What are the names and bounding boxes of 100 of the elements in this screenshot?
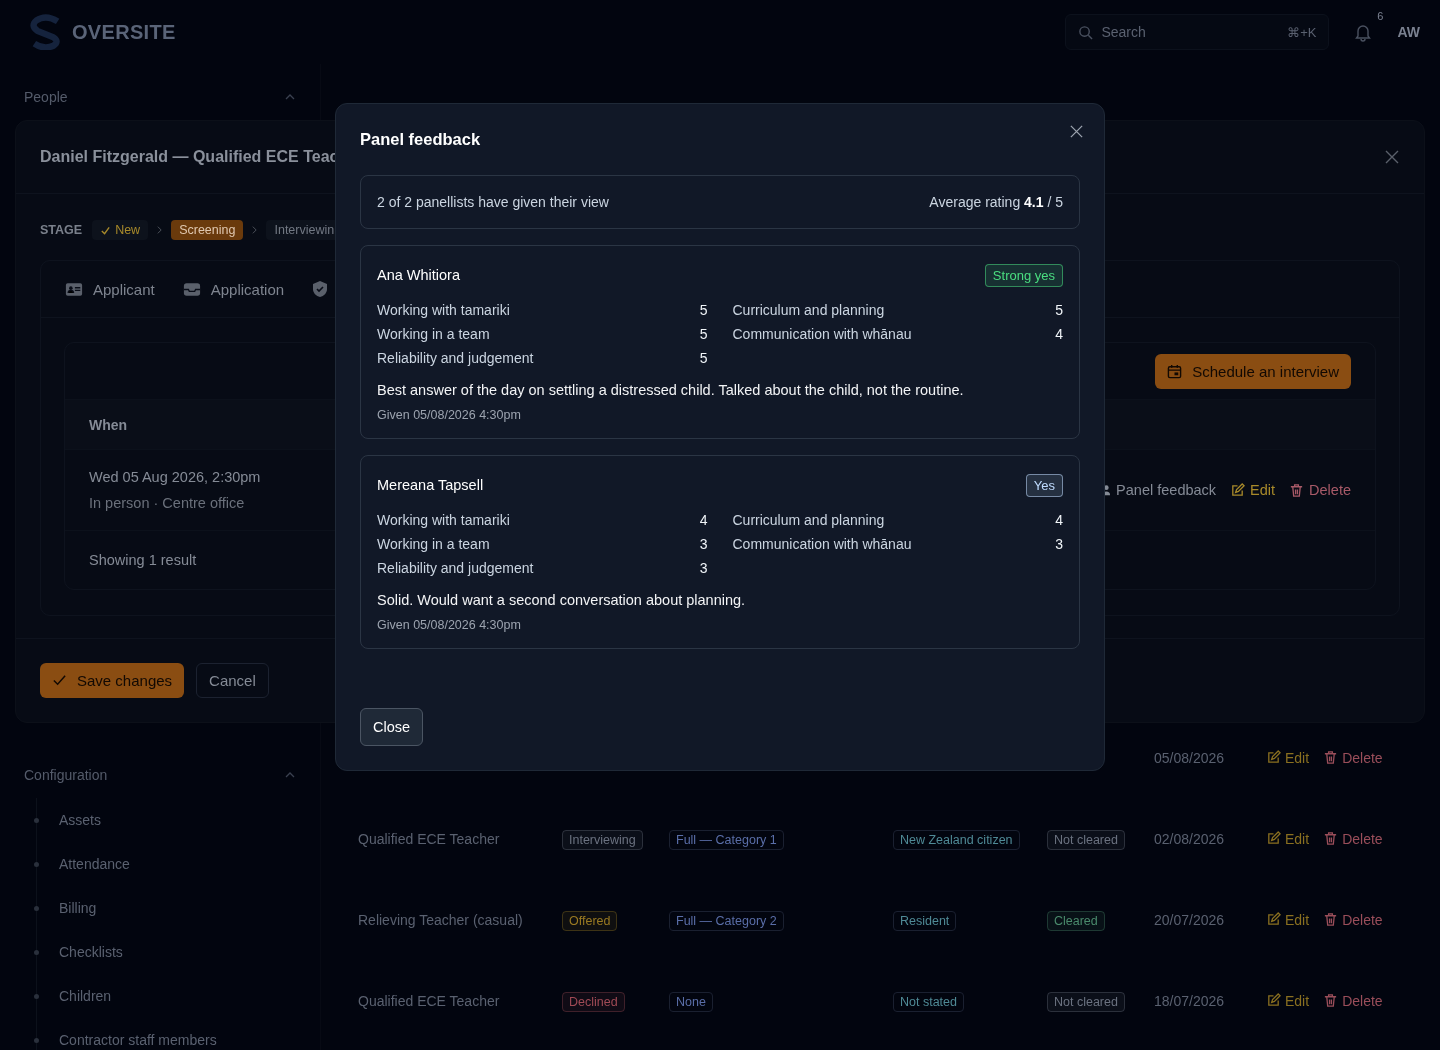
- stage-tag: Interviewing: [562, 829, 643, 850]
- sidebar-item[interactable]: Children: [59, 988, 112, 1004]
- close-icon[interactable]: [1384, 149, 1400, 165]
- delete-link[interactable]: Delete: [1323, 749, 1383, 766]
- save-button[interactable]: Save changes: [40, 663, 185, 698]
- stage-step[interactable]: New: [92, 220, 149, 240]
- criterion-score: 4: [1055, 512, 1063, 528]
- trash-icon: [1323, 750, 1339, 765]
- result-count: Showing 1 result: [89, 552, 197, 568]
- panellist-name: Ana Whitiora: [377, 267, 460, 283]
- trash-icon: [1289, 482, 1305, 498]
- interview-time: Wed 05 Aug 2026, 2:30pm: [89, 469, 261, 485]
- search-bar[interactable]: Search ⌘+K: [1065, 14, 1330, 50]
- tree-dot-icon: [34, 861, 39, 867]
- verdict-tag: Yes: [1025, 473, 1063, 497]
- criterion-score: 5: [1055, 302, 1063, 318]
- close-icon[interactable]: [1069, 124, 1084, 139]
- criterion-label: Communication with whānau: [732, 536, 912, 552]
- sidebar-item[interactable]: Checklists: [59, 944, 123, 960]
- trash-icon: [1323, 912, 1339, 927]
- panellist-name: Mereana Tapsell: [377, 477, 484, 493]
- feedback-comment: Solid. Would want a second conversation about planning.: [377, 591, 747, 610]
- delete-link[interactable]: Delete: [1323, 830, 1383, 847]
- bell-icon[interactable]: [1353, 22, 1374, 42]
- close-button[interactable]: Close: [360, 708, 424, 746]
- sidebar-item[interactable]: Attendance: [59, 856, 130, 872]
- criterion-label: Curriculum and planning: [732, 302, 885, 318]
- table-cell: 05/08/2026: [1154, 749, 1225, 766]
- average-rating: Average rating 4.1 / 5: [929, 194, 1063, 210]
- table-cell: 18/07/2026: [1154, 992, 1225, 1009]
- column-header: When: [89, 416, 128, 433]
- table-cell: Qualified ECE Teacher: [358, 992, 500, 1009]
- notification-count: 6: [1377, 10, 1384, 22]
- given-date: Given 05/08/2026 4:30pm: [377, 408, 522, 422]
- stage-tag: Declined: [562, 991, 625, 1012]
- table-cell: 02/08/2026: [1154, 830, 1225, 847]
- feedback-comment: Best answer of the day on settling a distressed child. Talked about the child, not the routine.: [377, 381, 965, 400]
- check-icon: [52, 673, 67, 688]
- sidebar-item[interactable]: Billing: [59, 900, 97, 916]
- edit-link[interactable]: Edit: [1266, 911, 1310, 928]
- chevron-right-icon: [251, 225, 259, 235]
- category-tag: Full — Category 2: [669, 910, 784, 931]
- delete-link[interactable]: Delete: [1323, 911, 1383, 928]
- police-check-tag: Cleared: [1047, 910, 1105, 931]
- chevron-right-icon: [156, 225, 164, 235]
- stage-label: STAGE: [40, 223, 83, 237]
- tree-dot-icon: [34, 949, 39, 955]
- criterion-label: Working with tamariki: [377, 302, 510, 318]
- brand-name: OVERSITE: [72, 20, 176, 44]
- table-cell: Qualified ECE Teacher: [358, 830, 500, 847]
- section-title[interactable]: Configuration: [24, 767, 108, 783]
- police-check-tag: Not cleared: [1047, 991, 1125, 1012]
- sidebar-item[interactable]: Assets: [59, 812, 101, 828]
- edit-link[interactable]: Edit: [1266, 830, 1310, 847]
- tree-dot-icon: [34, 1037, 39, 1043]
- user-initials[interactable]: AW: [1397, 24, 1420, 40]
- tree-dot-icon: [34, 993, 39, 999]
- edit-icon: [1266, 831, 1281, 846]
- calendar-icon: [1167, 363, 1183, 379]
- criterion-score: 3: [1055, 536, 1063, 552]
- criterion-label: Reliability and judgement: [377, 350, 534, 366]
- criterion-label: Working in a team: [377, 326, 490, 342]
- criterion-score: 5: [699, 326, 708, 342]
- shield-icon[interactable]: [312, 280, 329, 298]
- delete-link[interactable]: Delete: [1323, 992, 1383, 1009]
- section-title[interactable]: People: [24, 89, 68, 105]
- police-check-tag: Not cleared: [1047, 829, 1125, 850]
- search-icon: [1078, 24, 1094, 40]
- criterion-label: Reliability and judgement: [377, 560, 534, 576]
- cancel-button[interactable]: Cancel: [196, 663, 269, 698]
- edit-link[interactable]: Edit: [1266, 749, 1310, 766]
- search-input[interactable]: Search: [1101, 24, 1280, 40]
- criterion-score: 5: [699, 350, 708, 366]
- edit-icon: [1230, 482, 1246, 498]
- verdict-tag: Strong yes: [984, 263, 1063, 287]
- criterion-label: Curriculum and planning: [732, 512, 885, 528]
- inbox-icon: [182, 281, 201, 297]
- trash-icon: [1323, 993, 1339, 1008]
- tab[interactable]: Applicant: [65, 280, 155, 298]
- edit-link[interactable]: Edit: [1230, 482, 1276, 498]
- tab[interactable]: Application: [182, 280, 285, 298]
- shortcut-hint: ⌘+K: [1287, 24, 1317, 40]
- schedule-interview-button[interactable]: Schedule an interview: [1155, 353, 1351, 389]
- stage-step[interactable]: Screening: [171, 220, 244, 240]
- criterion-score: 4: [1055, 326, 1063, 342]
- sidebar-item[interactable]: Contractor staff members: [59, 1032, 217, 1048]
- criterion-label: Working with tamariki: [377, 512, 510, 528]
- modal-title: Panel feedback: [360, 130, 481, 149]
- interview-location: In person · Centre office: [89, 495, 246, 511]
- trash-icon: [1323, 831, 1339, 846]
- category-tag: None: [669, 991, 713, 1012]
- edit-icon: [1266, 750, 1281, 765]
- delete-link[interactable]: Delete: [1289, 482, 1351, 498]
- edit-link[interactable]: Edit: [1266, 992, 1310, 1009]
- edit-icon: [1266, 993, 1281, 1008]
- table-cell: Relieving Teacher (casual): [358, 911, 523, 928]
- criterion-label: Communication with whānau: [732, 326, 912, 342]
- residency-tag: Not stated: [893, 991, 964, 1012]
- tree-dot-icon: [34, 905, 39, 911]
- edit-icon: [1266, 912, 1281, 927]
